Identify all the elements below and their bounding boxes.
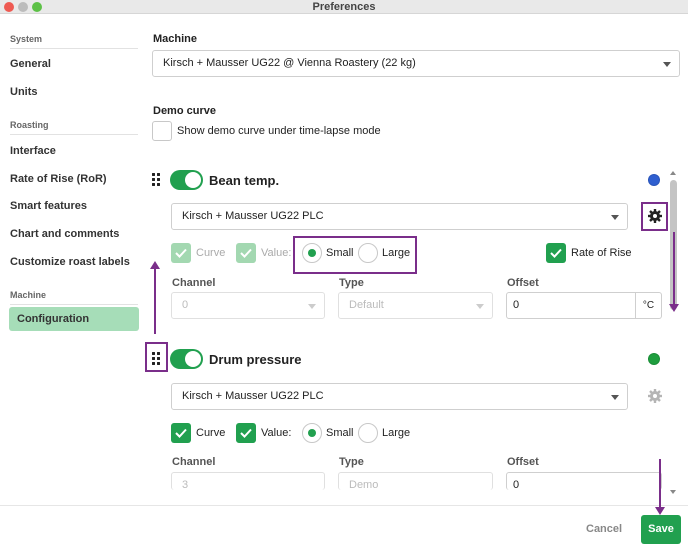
curve-checkbox[interactable]	[171, 243, 191, 263]
type-select[interactable]: Default	[338, 292, 493, 319]
type-label: Type	[339, 277, 364, 289]
annotation-arrowhead	[669, 304, 679, 312]
bean-temp-toggle[interactable]	[170, 170, 203, 190]
sidebar-item-roast-labels[interactable]: Customize roast labels	[10, 256, 130, 268]
window-title: Preferences	[312, 1, 376, 13]
title-bar: Preferences	[0, 0, 688, 14]
demo-curve-checkbox[interactable]	[152, 121, 172, 141]
save-button[interactable]: Save	[641, 515, 681, 544]
offset-label: Offset	[507, 456, 539, 468]
drum-pressure-toggle[interactable]	[170, 349, 203, 369]
demo-curve-label: Demo curve	[153, 105, 216, 117]
channel-value: 0	[182, 299, 189, 311]
sidebar: System General Units Roasting Interface …	[0, 15, 145, 505]
sensor-source-select[interactable]: Kirsch + Mausser UG22 PLC	[171, 383, 628, 410]
gear-icon[interactable]	[647, 388, 663, 404]
cancel-button[interactable]: Cancel	[586, 523, 622, 535]
curve-label: Curve	[196, 427, 226, 439]
type-value: Default	[349, 299, 384, 311]
offset-input[interactable]: 0	[506, 292, 636, 319]
close-window-button[interactable]	[4, 2, 14, 12]
value-label: Value:	[261, 247, 292, 259]
channel-select[interactable]: 3	[171, 472, 325, 490]
chevron-down-icon	[611, 215, 619, 220]
chevron-down-icon	[476, 304, 484, 309]
divider	[10, 134, 138, 135]
scroll-up-icon[interactable]	[670, 171, 676, 175]
annotation-box-size	[293, 236, 417, 274]
drag-handle-icon[interactable]	[152, 173, 162, 187]
size-small-label: Small	[326, 427, 354, 439]
maximize-window-button[interactable]	[32, 2, 42, 12]
annotation-arrowhead	[655, 507, 665, 515]
sidebar-item-units[interactable]: Units	[10, 86, 38, 98]
scrollbar[interactable]	[668, 170, 679, 495]
size-small-radio[interactable]	[302, 423, 322, 443]
sidebar-group-roasting: Roasting	[10, 120, 49, 130]
sidebar-group-machine: Machine	[10, 290, 47, 300]
sidebar-item-smart-features[interactable]: Smart features	[10, 200, 87, 212]
curve-checkbox[interactable]	[171, 423, 191, 443]
type-value: Demo	[349, 479, 379, 490]
divider	[10, 48, 138, 49]
demo-curve-checkbox-label: Show demo curve under time-lapse mode	[177, 125, 381, 137]
chevron-down-icon	[611, 395, 619, 400]
footer: Cancel Save	[0, 505, 688, 554]
machine-select-value: Kirsch + Mausser UG22 @ Vienna Roastery …	[163, 57, 416, 69]
annotation-arrowhead	[150, 261, 160, 269]
type-label: Type	[339, 456, 364, 468]
annotation-box-drag	[145, 342, 168, 372]
rate-of-rise-label: Rate of Rise	[571, 247, 632, 259]
offset-unit: °C	[636, 292, 662, 319]
sensor-source-select[interactable]: Kirsch + Mausser UG22 PLC	[171, 203, 628, 230]
channel-label: Channel	[172, 456, 216, 468]
sidebar-item-label: Configuration	[17, 313, 90, 325]
channel-label: Channel	[172, 277, 216, 289]
scroll-down-icon[interactable]	[670, 490, 676, 494]
divider	[10, 304, 138, 305]
sidebar-item-general[interactable]: General	[10, 58, 51, 70]
rate-of-rise-checkbox[interactable]	[546, 243, 566, 263]
sidebar-item-interface[interactable]: Interface	[10, 145, 56, 157]
minimize-window-button[interactable]	[18, 2, 28, 12]
annotation-arrow-up	[154, 268, 156, 334]
offset-input[interactable]: 0	[506, 472, 662, 490]
annotation-arrow-down	[673, 232, 675, 304]
annotation-box-gear	[641, 202, 668, 231]
chevron-down-icon	[308, 304, 316, 309]
machine-label: Machine	[153, 33, 198, 45]
chevron-down-icon	[663, 62, 671, 67]
value-checkbox[interactable]	[236, 243, 256, 263]
sensor-source-value: Kirsch + Mausser UG22 PLC	[182, 210, 324, 222]
sensor-title: Bean temp.	[209, 173, 280, 188]
sidebar-item-ror[interactable]: Rate of Rise (RoR)	[10, 173, 107, 185]
annotation-arrow-down-save	[659, 459, 661, 507]
channel-value: 3	[182, 479, 189, 490]
value-checkbox[interactable]	[236, 423, 256, 443]
type-select[interactable]: Demo	[338, 472, 493, 490]
value-label: Value:	[261, 427, 292, 439]
sidebar-group-system: System	[10, 34, 43, 44]
sensor-source-value: Kirsch + Mausser UG22 PLC	[182, 390, 324, 402]
sidebar-item-chart-comments[interactable]: Chart and comments	[10, 228, 119, 240]
sensor-color-swatch[interactable]	[648, 174, 660, 186]
size-large-radio[interactable]	[358, 423, 378, 443]
offset-label: Offset	[507, 277, 539, 289]
channel-select[interactable]: 0	[171, 292, 325, 319]
sensor-color-swatch[interactable]	[648, 353, 660, 365]
sidebar-item-configuration[interactable]: Configuration	[9, 307, 139, 331]
machine-select[interactable]: Kirsch + Mausser UG22 @ Vienna Roastery …	[152, 50, 680, 77]
sensor-title: Drum pressure	[209, 352, 302, 367]
curve-label: Curve	[196, 247, 226, 259]
size-large-label: Large	[382, 427, 411, 439]
